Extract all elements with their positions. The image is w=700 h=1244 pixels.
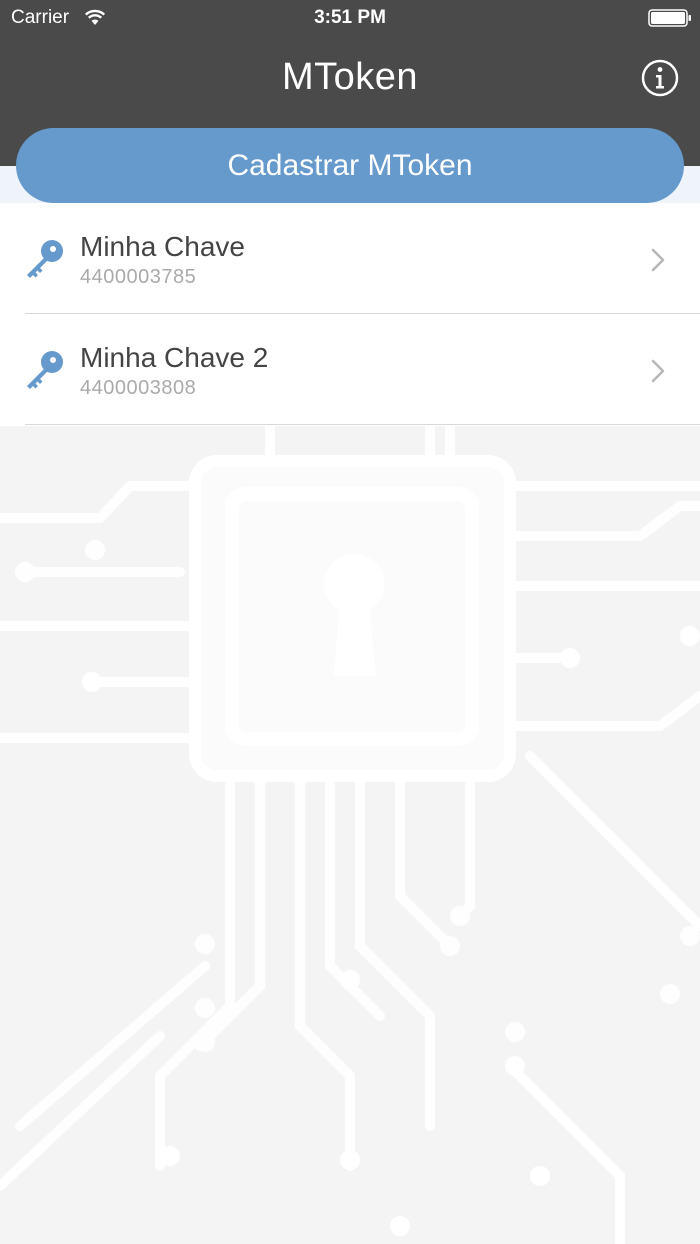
info-icon[interactable]	[640, 58, 680, 98]
key-list: Minha Chave 4400003785 Minha Chave 2 440…	[0, 203, 700, 426]
key-serial: 4400003808	[80, 377, 197, 399]
circuit-lock-background	[0, 426, 700, 1244]
key-name: Minha Chave 2	[80, 342, 269, 373]
clock: 3:51 PM	[314, 7, 386, 28]
key-list-item[interactable]: Minha Chave 2 4400003808	[0, 314, 700, 425]
page-title: MToken	[281, 56, 419, 98]
register-mtoken-button[interactable]: Cadastrar MToken	[16, 128, 684, 203]
row-divider	[25, 424, 700, 425]
chevron-right-icon	[651, 359, 665, 383]
battery-full-icon	[648, 9, 691, 27]
status-bar: Carrier 3:51 PM	[0, 0, 700, 36]
chevron-right-icon	[651, 248, 665, 272]
key-list-item[interactable]: Minha Chave 4400003785	[0, 203, 700, 314]
key-icon	[27, 351, 63, 389]
key-icon	[27, 240, 63, 278]
key-serial: 4400003785	[80, 266, 197, 288]
key-name: Minha Chave	[80, 231, 245, 262]
